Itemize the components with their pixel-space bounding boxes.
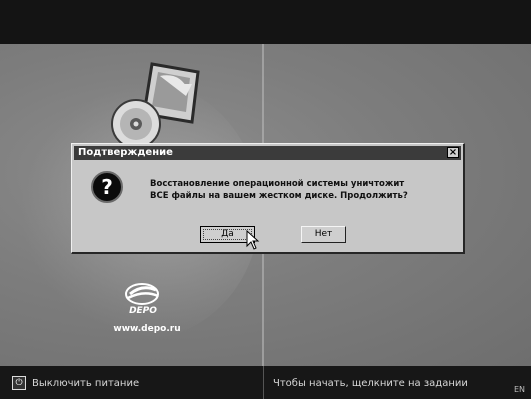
dialog-titlebar[interactable]: Подтверждение × [74, 146, 461, 160]
start-hint: Чтобы начать, щелкните на задании [273, 378, 468, 389]
no-button[interactable]: Нет [301, 226, 346, 243]
power-off-button[interactable]: ⏻ Выключить питание [12, 375, 139, 391]
language-indicator[interactable]: EN [514, 385, 525, 394]
website-url: www.depo.ru [113, 324, 181, 334]
top-band [0, 0, 531, 44]
monitor-cd-icon [111, 62, 200, 149]
confirmation-dialog: Подтверждение × ? Восстановление операци… [71, 143, 465, 254]
power-icon: ⏻ [12, 376, 26, 390]
welcome-screen: DEPO www.depo.ru Подтверждение × ? Восст… [0, 0, 531, 399]
power-off-label: Выключить питание [32, 377, 140, 389]
yes-button-label: Да [221, 229, 234, 239]
bottom-divider [263, 366, 264, 399]
svg-text:DEPO: DEPO [129, 306, 157, 316]
dialog-message: Восстановление операционной системы унич… [150, 178, 450, 202]
bottom-bar: ⏻ Выключить питание Чтобы начать, щелкни… [0, 366, 531, 399]
dialog-title: Подтверждение [78, 147, 173, 158]
mouse-cursor-icon [246, 230, 260, 250]
close-icon[interactable]: × [447, 147, 459, 158]
no-button-label: Нет [314, 229, 333, 239]
dialog-message-line1: Восстановление операционной системы унич… [150, 179, 405, 189]
question-icon: ? [91, 171, 123, 203]
depo-logo: DEPO [125, 283, 159, 316]
dialog-message-line2: ВСЕ файлы на вашем жестком диске. Продол… [150, 191, 408, 201]
